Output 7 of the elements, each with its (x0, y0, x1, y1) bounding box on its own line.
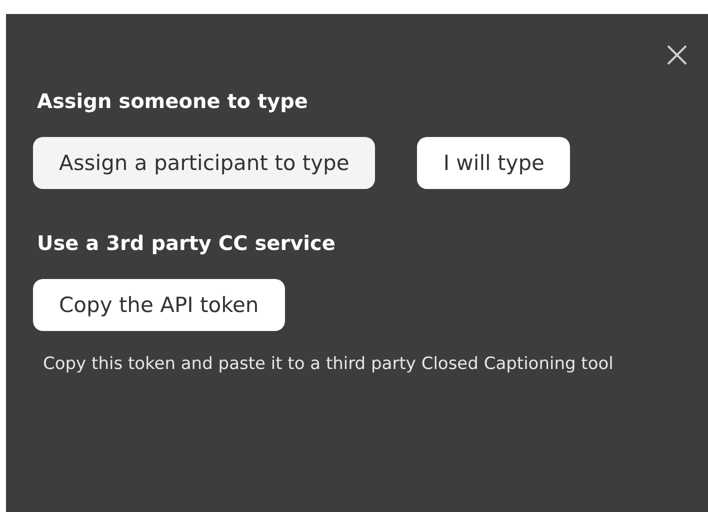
section-heading: Use a 3rd party CC service (37, 230, 336, 257)
section-heading: Assign someone to type (37, 88, 309, 115)
close-icon[interactable] (666, 44, 688, 66)
description-text: Copy this token and paste it to a third party Closed Captioning tool (43, 353, 614, 376)
option-button[interactable]: Assign a participant to type (33, 137, 376, 189)
option-button[interactable]: I will type (417, 137, 570, 189)
option-button[interactable]: Copy the API token (33, 279, 285, 331)
